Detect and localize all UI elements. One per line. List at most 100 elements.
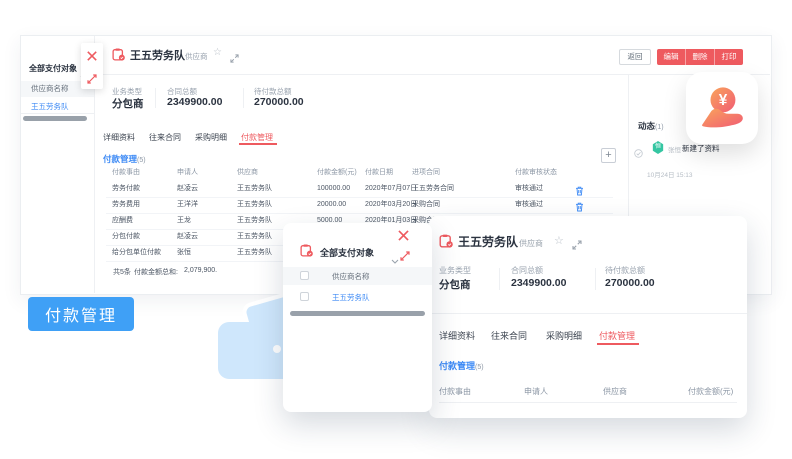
section-title-text: 付款管理	[439, 361, 475, 371]
payees-card: 全部支付对象 供应商名称 王五劳务队	[283, 223, 432, 412]
tab-purchase-detail[interactable]: 采购明细	[546, 329, 582, 342]
payment-reason-link[interactable]: 分包付款	[112, 229, 140, 245]
detail-card: 王五劳务队 供应商 ☆ 业务类型 分包商 合同总额 2349900.00 待付款…	[429, 216, 747, 418]
panel-horizontal-scrollbar[interactable]	[23, 116, 87, 121]
section-count: (5)	[137, 157, 146, 164]
expand-icon[interactable]	[400, 248, 410, 266]
print-button[interactable]: 打印	[715, 49, 743, 65]
list-header-row: 供应商名称	[283, 267, 432, 285]
column-header: 申请人	[177, 165, 198, 181]
star-icon[interactable]: ☆	[554, 234, 564, 247]
section-title: 付款管理(5)	[439, 359, 484, 372]
stat-divider	[155, 88, 156, 108]
supplier-link[interactable]: 王五劳务队	[237, 197, 272, 213]
card-horizontal-scrollbar[interactable]	[290, 311, 425, 316]
column-header: 申请人	[524, 386, 548, 397]
record-clipboard-icon	[300, 244, 313, 262]
delete-button[interactable]: 删除	[686, 49, 715, 65]
record-clipboard-icon	[112, 48, 125, 66]
payment-reason-link[interactable]: 应酬费	[112, 213, 133, 229]
payees-panel-title: 全部支付对象	[29, 63, 77, 74]
close-icon[interactable]	[397, 229, 410, 247]
panel-controls	[81, 43, 103, 89]
applicant: 赵凌云	[177, 181, 198, 197]
row-checkbox[interactable]	[300, 292, 309, 301]
select-all-checkbox[interactable]	[300, 271, 309, 280]
stat-label: 业务类型	[439, 265, 471, 276]
fullscreen-icon[interactable]	[572, 237, 582, 255]
date: 2020年07月07日	[365, 181, 417, 197]
close-icon[interactable]	[86, 49, 98, 67]
payees-column-header: 供应商名称	[31, 81, 69, 97]
toolbar-button-group: 编辑 删除 打印	[657, 49, 743, 65]
payee-list-item[interactable]: 王五劳务队	[31, 101, 69, 112]
activity-timestamp: 10月24日 15:13	[647, 169, 693, 179]
table-row: 劳务费用 王洋洋 王五劳务队 20000.00 2020年03月20日 采购合同…	[106, 197, 613, 214]
payee-link[interactable]: 王五劳务队	[332, 292, 370, 303]
section-title: 付款管理(5)	[103, 153, 146, 165]
edit-button[interactable]: 编辑	[657, 49, 686, 65]
stat-label: 待付款总额	[605, 265, 645, 276]
supplier-link[interactable]: 王五劳务队	[237, 245, 272, 261]
amount: 100000.00	[317, 181, 350, 197]
expand-icon[interactable]	[87, 71, 97, 89]
tab-contracts[interactable]: 往来合同	[149, 132, 181, 143]
page: 全部支付对象 供应商名称 王五劳务队 王五劳务队 供应商 ☆ 返回 编辑 删除 …	[0, 0, 792, 459]
tab-detail-info[interactable]: 详细资料	[439, 329, 475, 342]
stat-value: 2349900.00	[511, 277, 566, 289]
table-header-row: 付款事由 申请人 供应商 付款金额(元) 付款日期 进项合同 付款审核状态	[106, 165, 613, 181]
payment-reason-link[interactable]: 劳务付款	[112, 181, 140, 197]
column-header: 供应商	[237, 165, 258, 181]
list-item: 王五劳务队	[283, 289, 432, 306]
stat-value: 270000.00	[254, 96, 304, 108]
avatar: 恒	[652, 141, 664, 154]
column-header: 进项合同	[412, 165, 440, 181]
stat-value: 分包商	[112, 96, 144, 111]
supplier-link[interactable]: 王五劳务队	[237, 229, 272, 245]
supplier-link[interactable]: 王五劳务队	[237, 181, 272, 197]
column-header: 付款审核状态	[515, 165, 557, 181]
tab-payment-management[interactable]: 付款管理	[241, 132, 273, 143]
stat-label: 合同总额	[511, 265, 543, 276]
tab-purchase-detail[interactable]: 采购明细	[195, 132, 227, 143]
star-icon[interactable]: ☆	[213, 47, 222, 58]
back-button[interactable]: 返回	[619, 49, 651, 65]
status: 审核通过	[515, 197, 543, 213]
activity-user: 张恒	[668, 144, 681, 154]
stat-divider	[243, 88, 244, 108]
row-count: 共5条	[113, 267, 131, 277]
supplier-link[interactable]: 王五劳务队	[237, 213, 272, 229]
stat-divider	[595, 268, 596, 290]
contract-link[interactable]: 采购合同	[412, 197, 440, 213]
payment-reason-link[interactable]: 给分包单位付款	[112, 245, 161, 261]
fullscreen-icon[interactable]	[230, 50, 239, 68]
status: 审核通过	[515, 181, 543, 197]
applicant: 王洋洋	[177, 197, 198, 213]
tab-contracts[interactable]: 往来合同	[491, 329, 527, 342]
tab-detail-info[interactable]: 详细资料	[103, 132, 135, 143]
card-divider	[429, 313, 747, 314]
activity-action: 新建了资料	[682, 143, 720, 154]
table-row: 劳务付款 赵凌云 王五劳务队 100000.00 2020年07月07日 王五劳…	[106, 181, 613, 198]
column-header: 付款事由	[112, 165, 140, 181]
stat-value: 270000.00	[605, 277, 655, 289]
column-header: 供应商	[603, 386, 627, 397]
applicant: 赵凌云	[177, 229, 198, 245]
date: 2020年03月20日	[365, 197, 417, 213]
tab-payment-management[interactable]: 付款管理	[599, 329, 635, 342]
payment-management-badge: 付款管理	[28, 297, 134, 331]
section-count: (5)	[475, 364, 484, 371]
record-type-label: 供应商	[519, 238, 543, 249]
card-title: 王五劳务队	[458, 233, 518, 250]
header-divider	[95, 74, 770, 75]
total-value: 2,079,900.	[184, 267, 217, 274]
contract-link[interactable]: 王五劳务合同	[412, 181, 454, 197]
applicant: 王龙	[177, 213, 191, 229]
row-divider	[21, 113, 94, 114]
stat-divider	[499, 268, 500, 290]
activity-title: 动态(1)	[638, 120, 664, 132]
check-circle-icon[interactable]	[634, 145, 643, 163]
payment-reason-link[interactable]: 劳务费用	[112, 197, 140, 213]
column-header: 付款金额(元)	[317, 165, 357, 181]
add-payment-button[interactable]: +	[601, 148, 616, 163]
